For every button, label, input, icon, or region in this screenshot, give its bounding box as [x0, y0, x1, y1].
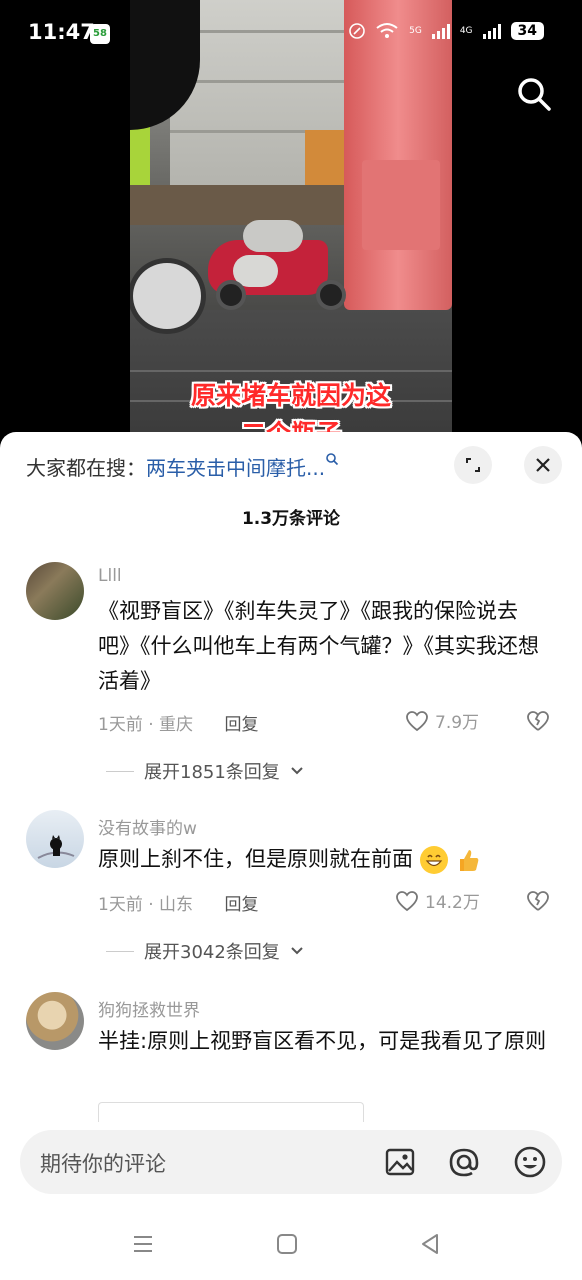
comment-text: 《视野盲区》《刹车失灵了》《跟我的保险说去吧》《什么叫他车上有两个气罐？》《其实…: [98, 599, 539, 693]
search-icon[interactable]: [514, 74, 554, 114]
video-scooter: [208, 220, 358, 310]
video-side-mirror: [130, 258, 206, 334]
status-time: 11:47: [28, 20, 95, 44]
at-icon[interactable]: [446, 1144, 482, 1180]
wifi-icon: [376, 23, 398, 38]
signal-icon-2: [482, 23, 501, 39]
expand-button[interactable]: [454, 446, 492, 484]
comment-text: 半挂:原则上视野盲区看不见，可是我看见了原则: [98, 1029, 547, 1053]
comment-text: 原则上刹不住，但是原则就在前面: [98, 847, 413, 871]
reply-button[interactable]: 回复: [224, 895, 258, 915]
expand-icon: [466, 458, 480, 472]
comment-meta: 1天前 · 山东 回复: [98, 895, 259, 915]
comment-time: 1天前: [98, 715, 143, 735]
system-nav-bar: [0, 1212, 582, 1280]
video-truck-bed: [130, 185, 350, 225]
mini-search-icon: [326, 453, 339, 466]
avatar[interactable]: [26, 562, 84, 620]
back-icon[interactable]: [418, 1232, 442, 1256]
battery-indicator: 34: [510, 22, 544, 40]
broken-heart-icon[interactable]: [526, 710, 550, 732]
app-notification-icon: 58: [90, 24, 110, 44]
comment-location: 重庆: [159, 715, 194, 735]
close-button[interactable]: [524, 446, 562, 484]
comment-username[interactable]: 狗狗拯救世界: [98, 996, 200, 1021]
emoji-icon[interactable]: [512, 1144, 548, 1180]
like-count: 14.2万: [425, 893, 480, 913]
expand-replies-label: 展开1851条回复: [144, 762, 280, 783]
like-button[interactable]: 14.2万: [395, 888, 480, 913]
signal-icon: [431, 23, 450, 39]
comment-count: 1.3万条评论: [241, 509, 341, 529]
search-suggestion[interactable]: 大家都在搜：两车夹击中间摩托...: [26, 452, 339, 481]
chevron-down-icon: [291, 947, 303, 955]
reply-card-partial: [98, 1102, 364, 1122]
expand-replies-button[interactable]: 展开3042条回复: [106, 938, 304, 964]
like-button[interactable]: 7.9万: [405, 708, 479, 733]
comment-username[interactable]: Llll: [98, 566, 122, 586]
video-caption-line1: 原来堵车就因为这: [190, 381, 391, 410]
status-bar: 11:47 58 5G 4G 34: [0, 0, 582, 70]
avatar-cat-icon: [37, 835, 75, 859]
sheet-header: 大家都在搜：两车夹击中间摩托...: [0, 432, 582, 502]
network-5g-label: 5G: [409, 26, 422, 36]
home-icon[interactable]: [275, 1232, 299, 1256]
comment-text-row: 原则上刹不住，但是原则就在前面: [98, 842, 548, 877]
comment-username[interactable]: 没有故事的w: [98, 814, 197, 839]
heart-icon: [396, 890, 418, 911]
nfc-icon: [349, 23, 365, 39]
avatar[interactable]: [26, 810, 84, 868]
network-4g-label: 4G: [459, 26, 473, 36]
heart-icon: [406, 710, 428, 731]
expand-replies-button[interactable]: 展开1851条回复: [106, 758, 304, 784]
like-count: 7.9万: [435, 713, 480, 733]
thumbs-up-emoji-icon: [454, 846, 482, 874]
menu-icon[interactable]: [131, 1232, 155, 1256]
comment-input[interactable]: 期待你的评论: [20, 1130, 562, 1194]
comment-time: 1天前: [98, 895, 143, 915]
comment-meta: 1天前 · 重庆 回复: [98, 715, 259, 735]
avatar[interactable]: [26, 992, 84, 1050]
grin-emoji-icon: [419, 846, 448, 874]
comment-location: 山东: [159, 895, 194, 915]
expand-replies-label: 展开3042条回复: [144, 942, 280, 963]
comment-input-placeholder: 期待你的评论: [40, 1152, 166, 1176]
close-icon: [536, 458, 550, 472]
search-suggestion-prefix: 大家都在搜：: [26, 456, 146, 480]
search-suggestion-keyword[interactable]: 两车夹击中间摩托...: [146, 456, 325, 480]
comment-sheet: 大家都在搜：两车夹击中间摩托... 1.3万条评论 Llll 《视野盲区》《刹车…: [0, 432, 582, 1280]
image-icon[interactable]: [382, 1144, 418, 1180]
reply-button[interactable]: 回复: [224, 715, 258, 735]
broken-heart-icon[interactable]: [526, 890, 550, 912]
chevron-down-icon: [291, 767, 303, 775]
